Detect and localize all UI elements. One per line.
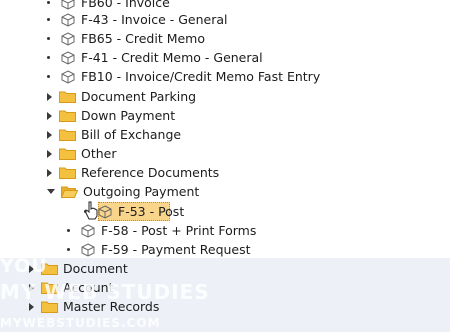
tree-folder-outgoing-payment[interactable]: Outgoing Payment: [47, 182, 199, 201]
hand-cursor-icon: [85, 201, 98, 220]
tree-folder-label: Outgoing Payment: [83, 184, 200, 199]
tree-folder-label: Document Parking: [81, 89, 197, 104]
sap-menu-tree: FB60 - Invoice F-43 - Invoice - General …: [0, 0, 450, 332]
tree-folder-reference-documents[interactable]: Reference Documents: [47, 163, 219, 182]
triangle-right-icon[interactable]: [47, 111, 52, 120]
tree-folder-down-payment[interactable]: Down Payment: [47, 106, 175, 125]
tree-item-label: FB65 - Credit Memo: [81, 31, 205, 46]
cube-icon: [61, 50, 75, 65]
tree-item-f59[interactable]: F-59 - Payment Request: [67, 240, 251, 259]
triangle-right-icon[interactable]: [47, 149, 52, 158]
cube-icon: [81, 242, 95, 257]
tree-item-f41[interactable]: F-41 - Credit Memo - General: [47, 48, 263, 67]
folder-icon: [59, 110, 76, 122]
tree-folder-other[interactable]: Other: [47, 144, 117, 163]
cube-icon: [61, 12, 75, 27]
bullet-icon: [67, 248, 70, 251]
bullet-icon: [47, 75, 50, 78]
cube-icon: [61, 69, 75, 84]
triangle-right-icon[interactable]: [47, 130, 52, 139]
tree-item-label: F-53 - Post: [118, 204, 185, 219]
triangle-right-icon[interactable]: [29, 302, 34, 311]
tree-folder-label: Down Payment: [81, 108, 176, 123]
bullet-icon: [47, 37, 50, 40]
tree-item-label: F-58 - Post + Print Forms: [101, 223, 257, 238]
bullet-icon: [47, 1, 50, 4]
triangle-right-icon[interactable]: [29, 283, 34, 292]
tree-folder-label: Account: [63, 280, 114, 295]
cube-icon: [98, 204, 112, 219]
folder-icon: [41, 301, 58, 313]
tree-item-f58[interactable]: F-58 - Post + Print Forms: [67, 221, 256, 240]
triangle-right-icon[interactable]: [47, 92, 52, 101]
bullet-icon: [67, 229, 70, 232]
tree-item-label: FB10 - Invoice/Credit Memo Fast Entry: [81, 69, 321, 84]
triangle-right-icon[interactable]: [47, 168, 52, 177]
tree-folder-document[interactable]: Document: [29, 259, 128, 278]
tree-item-fb10[interactable]: FB10 - Invoice/Credit Memo Fast Entry: [47, 67, 320, 86]
bullet-icon: [47, 18, 50, 21]
folder-icon: [59, 91, 76, 103]
tree-folder-account[interactable]: Account: [29, 278, 113, 297]
tree-folder-label: Document: [63, 261, 128, 276]
cube-icon: [61, 0, 75, 10]
triangle-down-icon[interactable]: [47, 189, 55, 194]
folder-icon: [59, 167, 76, 179]
tree-folder-label: Bill of Exchange: [81, 127, 182, 142]
folder-icon: [41, 282, 58, 294]
tree-item-f43[interactable]: F-43 - Invoice - General: [47, 10, 227, 29]
folder-icon: [59, 148, 76, 160]
tree-folder-label: Reference Documents: [81, 165, 220, 180]
folder-open-icon: [61, 186, 78, 198]
cube-icon: [61, 31, 75, 46]
tree-item-fb65[interactable]: FB65 - Credit Memo: [47, 29, 205, 48]
tree-folder-label: Other: [81, 146, 117, 161]
tree-folder-master-records[interactable]: Master Records: [29, 297, 159, 316]
cube-icon: [81, 223, 95, 238]
tree-folder-bill-of-exchange[interactable]: Bill of Exchange: [47, 125, 181, 144]
folder-icon: [59, 129, 76, 141]
tree-folder-label: Master Records: [63, 299, 160, 314]
tree-folder-document-parking[interactable]: Document Parking: [47, 87, 196, 106]
bullet-icon: [47, 56, 50, 59]
tree-item-label: F-59 - Payment Request: [101, 242, 251, 257]
folder-icon: [41, 263, 58, 275]
tree-item-label: F-41 - Credit Memo - General: [81, 50, 263, 65]
triangle-right-icon[interactable]: [29, 264, 34, 273]
tree-item-label: F-43 - Invoice - General: [81, 12, 228, 27]
